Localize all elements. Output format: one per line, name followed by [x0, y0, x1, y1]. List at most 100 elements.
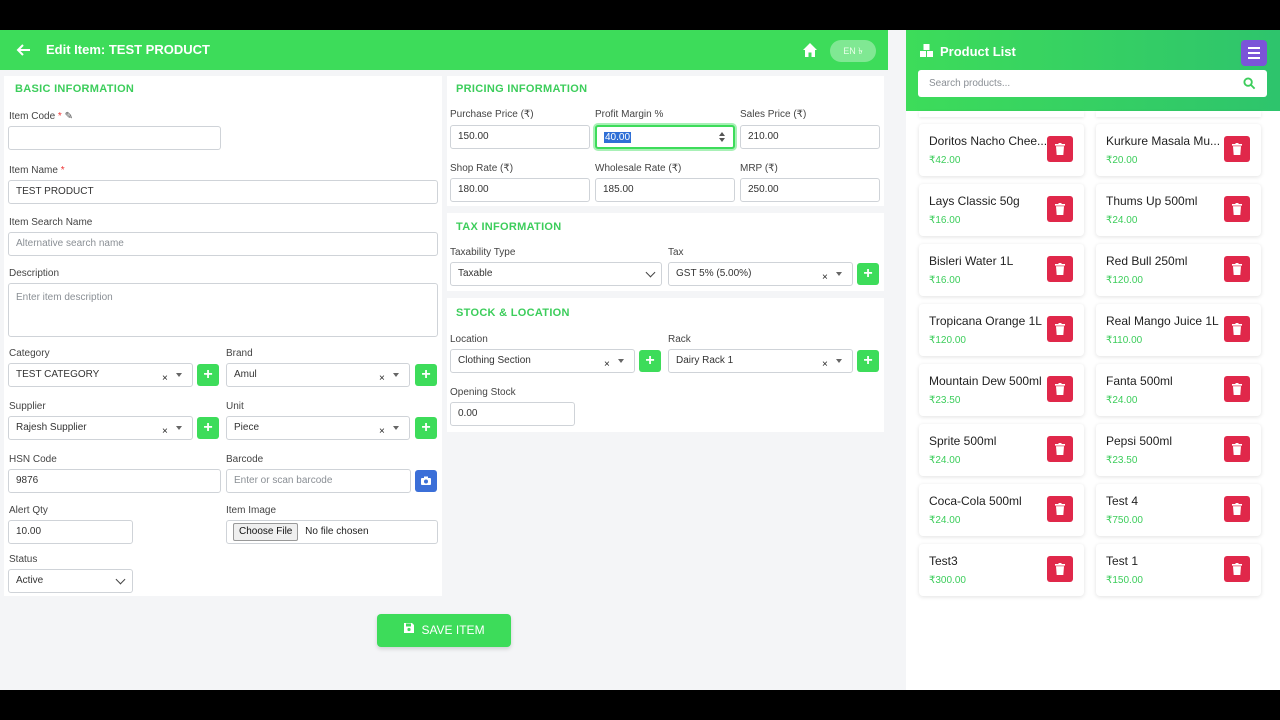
product-card[interactable]: Coca-Cola 500ml ₹24.00: [919, 484, 1084, 536]
item-name-input[interactable]: TEST PRODUCT: [8, 180, 438, 204]
wholesale-rate-input[interactable]: 185.00: [595, 178, 735, 202]
barcode-input[interactable]: Enter or scan barcode: [226, 469, 411, 493]
product-card[interactable]: Sprite 500ml ₹24.00: [919, 424, 1084, 476]
add-brand-button[interactable]: +: [415, 364, 437, 386]
trash-icon: [1232, 443, 1242, 455]
sales-price-label: Sales Price (₹): [740, 109, 807, 120]
item-image-file-input[interactable]: Choose File No file chosen: [226, 520, 438, 544]
product-name: Sprite 500ml: [929, 434, 997, 448]
add-category-button[interactable]: +: [197, 364, 219, 386]
clear-icon[interactable]: ×: [822, 354, 828, 372]
delete-product-button[interactable]: [1047, 436, 1073, 462]
trash-icon: [1232, 563, 1242, 575]
delete-product-button[interactable]: [1047, 376, 1073, 402]
opening-stock-input[interactable]: 0.00: [450, 402, 575, 426]
clear-icon[interactable]: ×: [379, 368, 385, 386]
profit-margin-input[interactable]: 40.00: [595, 125, 735, 149]
category-select[interactable]: TEST CATEGORY ×: [8, 363, 193, 387]
pricing-title: PRICING INFORMATION: [456, 83, 588, 95]
delete-product-button[interactable]: [1047, 316, 1073, 342]
clear-icon[interactable]: ×: [162, 368, 168, 386]
delete-product-button[interactable]: [1047, 256, 1073, 282]
delete-product-button[interactable]: [1047, 556, 1073, 582]
trash-icon: [1055, 383, 1065, 395]
taxability-value: Taxable: [458, 268, 493, 279]
delete-product-button[interactable]: [1047, 136, 1073, 162]
product-card[interactable]: Test3 ₹300.00: [919, 544, 1084, 596]
purchase-price-input[interactable]: 150.00: [450, 125, 590, 149]
tax-select[interactable]: GST 5% (5.00%) ×: [668, 262, 853, 286]
item-name-label: Item Name *: [9, 165, 65, 176]
save-item-button[interactable]: SAVE ITEM: [377, 614, 511, 647]
clear-icon[interactable]: ×: [162, 421, 168, 439]
back-arrow-icon[interactable]: [14, 40, 34, 60]
add-rack-button[interactable]: +: [857, 350, 879, 372]
product-card[interactable]: Mountain Dew 500ml ₹23.50: [919, 364, 1084, 416]
rack-label: Rack: [668, 334, 691, 345]
product-card[interactable]: Fanta 500ml ₹24.00: [1096, 364, 1261, 416]
hsn-input[interactable]: 9876: [8, 469, 221, 493]
item-code-input[interactable]: [8, 126, 221, 150]
description-textarea[interactable]: Enter item description: [8, 283, 438, 337]
delete-product-button[interactable]: [1224, 196, 1250, 222]
delete-product-button[interactable]: [1224, 136, 1250, 162]
delete-product-button[interactable]: [1047, 496, 1073, 522]
top-header: Edit Item: TEST PRODUCT EN ৳: [0, 30, 888, 70]
choose-file-button[interactable]: Choose File: [233, 523, 299, 541]
home-icon[interactable]: [800, 40, 820, 60]
status-select[interactable]: Active: [8, 569, 133, 593]
location-select[interactable]: Clothing Section ×: [450, 349, 635, 373]
product-card[interactable]: Pepsi 500ml ₹23.50: [1096, 424, 1261, 476]
clear-icon[interactable]: ×: [604, 354, 610, 372]
delete-product-button[interactable]: [1047, 196, 1073, 222]
shop-rate-input[interactable]: 180.00: [450, 178, 590, 202]
sales-price-input[interactable]: 210.00: [740, 125, 880, 149]
product-card[interactable]: Bisleri Water 1L ₹16.00: [919, 244, 1084, 296]
spinner-icon[interactable]: [718, 130, 726, 144]
product-card[interactable]: Thums Up 500ml ₹24.00: [1096, 184, 1261, 236]
alert-qty-input[interactable]: 10.00: [8, 520, 133, 544]
delete-product-button[interactable]: [1224, 556, 1250, 582]
product-name: Tropicana Orange 1L: [929, 314, 1042, 328]
mrp-input[interactable]: 250.00: [740, 178, 880, 202]
delete-product-button[interactable]: [1224, 316, 1250, 342]
add-tax-button[interactable]: +: [857, 263, 879, 285]
product-search-input[interactable]: Search products...: [918, 70, 1267, 97]
trash-icon: [1232, 503, 1242, 515]
taxability-select[interactable]: Taxable: [450, 262, 662, 286]
product-card[interactable]: Test 4 ₹750.00: [1096, 484, 1261, 536]
brand-value: Amul: [234, 369, 257, 380]
product-card[interactable]: Kurkure Masala Mu... ₹20.00: [1096, 124, 1261, 176]
camera-icon: [421, 476, 431, 485]
product-card[interactable]: Doritos Nacho Chee... ₹42.00: [919, 124, 1084, 176]
menu-button[interactable]: [1241, 40, 1267, 66]
product-card[interactable]: Red Bull 250ml ₹120.00: [1096, 244, 1261, 296]
product-card[interactable]: Lays Classic 50g ₹16.00: [919, 184, 1084, 236]
delete-product-button[interactable]: [1224, 436, 1250, 462]
search-icon[interactable]: [1243, 77, 1256, 90]
search-name-input[interactable]: Alternative search name: [8, 232, 438, 256]
add-unit-button[interactable]: +: [415, 417, 437, 439]
add-supplier-button[interactable]: +: [197, 417, 219, 439]
app-screen: Edit Item: TEST PRODUCT EN ৳ BASIC INFOR…: [0, 30, 1280, 690]
brand-select[interactable]: Amul ×: [226, 363, 410, 387]
delete-product-button[interactable]: [1224, 496, 1250, 522]
rack-select[interactable]: Dairy Rack 1 ×: [668, 349, 853, 373]
unit-select[interactable]: Piece ×: [226, 416, 410, 440]
no-file-text: No file chosen: [305, 526, 369, 537]
add-location-button[interactable]: +: [639, 350, 661, 372]
product-card[interactable]: Tropicana Orange 1L ₹120.00: [919, 304, 1084, 356]
menu-bar: [1248, 52, 1260, 54]
scan-barcode-button[interactable]: [415, 470, 437, 492]
save-icon: [403, 614, 415, 647]
dropdown-arrow-icon: [393, 373, 399, 377]
clear-icon[interactable]: ×: [822, 267, 828, 285]
product-name: Coca-Cola 500ml: [929, 494, 1022, 508]
product-card[interactable]: Test 1 ₹150.00: [1096, 544, 1261, 596]
delete-product-button[interactable]: [1224, 256, 1250, 282]
language-toggle[interactable]: EN ৳: [830, 40, 876, 62]
clear-icon[interactable]: ×: [379, 421, 385, 439]
product-card[interactable]: Real Mango Juice 1L ₹110.00: [1096, 304, 1261, 356]
supplier-select[interactable]: Rajesh Supplier ×: [8, 416, 193, 440]
delete-product-button[interactable]: [1224, 376, 1250, 402]
